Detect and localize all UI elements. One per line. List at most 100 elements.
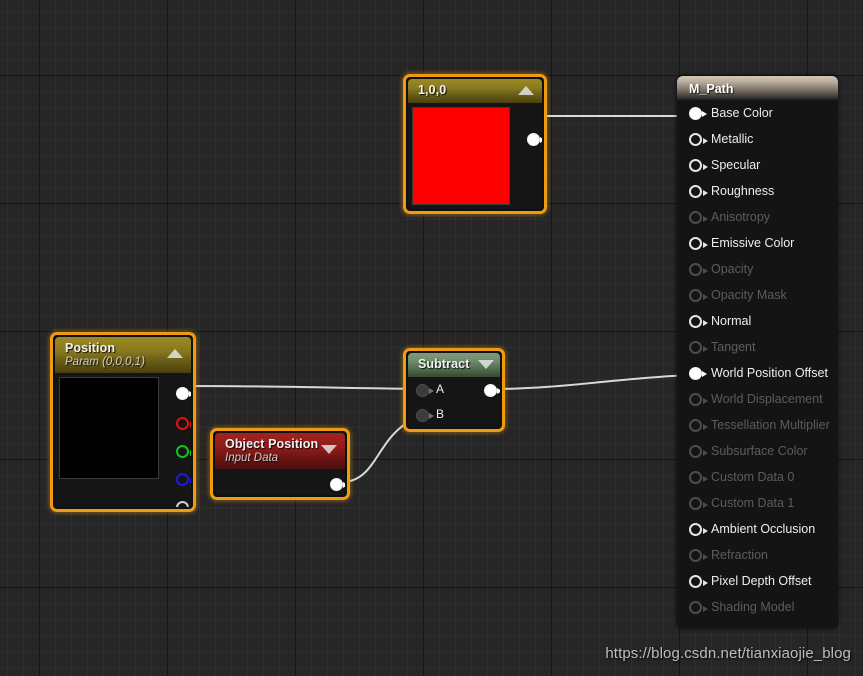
material-input-pin[interactable] bbox=[689, 107, 707, 120]
material-input-label: Opacity Mask bbox=[711, 288, 787, 302]
material-input-pin[interactable] bbox=[689, 601, 708, 614]
material-input-label: Metallic bbox=[711, 132, 754, 146]
material-input-pin[interactable] bbox=[689, 185, 708, 198]
material-input-label: Custom Data 0 bbox=[711, 470, 795, 484]
material-input-row[interactable]: Opacity bbox=[677, 256, 838, 282]
node-position[interactable]: Position Param (0,0,0,1) bbox=[50, 332, 196, 512]
material-input-pin[interactable] bbox=[689, 523, 708, 536]
triangle-up-icon[interactable] bbox=[167, 349, 183, 358]
material-input-pin-list: Base Color Metallic Specular Roughness Aniso… bbox=[677, 100, 838, 620]
material-input-row[interactable]: Refraction bbox=[677, 542, 838, 568]
color-preview-swatch bbox=[59, 377, 159, 479]
node-subtract[interactable]: Subtract A B bbox=[403, 348, 505, 432]
output-pin-r[interactable] bbox=[176, 417, 191, 430]
material-input-label: Tessellation Multiplier bbox=[711, 418, 830, 432]
material-input-row[interactable]: Custom Data 0 bbox=[677, 464, 838, 490]
triangle-down-icon[interactable] bbox=[478, 360, 494, 369]
node-position-subtitle: Param (0,0,0,1) bbox=[65, 356, 145, 368]
material-input-label: World Displacement bbox=[711, 392, 823, 406]
node-position-title: Position bbox=[65, 341, 116, 355]
material-input-row[interactable]: Custom Data 1 bbox=[677, 490, 838, 516]
material-input-label: Opacity bbox=[711, 262, 754, 276]
output-pin-rgba[interactable] bbox=[176, 387, 191, 400]
triangle-down-icon[interactable] bbox=[321, 445, 337, 454]
node-constant-vector[interactable]: 1,0,0 bbox=[403, 74, 547, 214]
node-position-body bbox=[55, 373, 191, 507]
output-pin-g[interactable] bbox=[176, 445, 191, 458]
material-input-label: Roughness bbox=[711, 184, 775, 198]
material-input-row[interactable]: Anisotropy bbox=[677, 204, 838, 230]
material-input-pin[interactable] bbox=[689, 497, 708, 510]
material-input-label: World Position Offset bbox=[711, 366, 828, 380]
material-input-label: Normal bbox=[711, 314, 752, 328]
node-position-header[interactable]: Position Param (0,0,0,1) bbox=[55, 337, 191, 373]
material-input-row[interactable]: World Position Offset bbox=[677, 360, 838, 386]
material-input-label: Shading Model bbox=[711, 600, 795, 614]
material-input-pin[interactable] bbox=[689, 211, 708, 224]
material-input-pin[interactable] bbox=[689, 237, 708, 250]
material-input-pin[interactable] bbox=[689, 549, 708, 562]
material-input-pin[interactable] bbox=[689, 445, 708, 458]
material-input-label: Pixel Depth Offset bbox=[711, 574, 812, 588]
output-pin-constant-vector[interactable] bbox=[527, 133, 542, 146]
output-pin-a[interactable] bbox=[176, 501, 191, 507]
material-input-row[interactable]: Roughness bbox=[677, 178, 838, 204]
material-input-row[interactable]: Subsurface Color bbox=[677, 438, 838, 464]
material-input-pin[interactable] bbox=[689, 315, 708, 328]
material-input-row[interactable]: Shading Model bbox=[677, 594, 838, 620]
material-input-row[interactable]: Opacity Mask bbox=[677, 282, 838, 308]
material-input-row[interactable]: Specular bbox=[677, 152, 838, 178]
node-object-position-body bbox=[215, 469, 345, 495]
material-input-label: Emissive Color bbox=[711, 236, 795, 250]
material-input-pin[interactable] bbox=[689, 575, 708, 588]
input-label-a: A bbox=[436, 382, 445, 396]
wire-position-to-subtract-a bbox=[185, 385, 425, 390]
material-input-label: Base Color bbox=[711, 106, 773, 120]
material-input-row[interactable]: Ambient Occlusion bbox=[677, 516, 838, 542]
node-material-result-title: M_Path bbox=[689, 82, 734, 96]
node-constant-vector-title: 1,0,0 bbox=[418, 83, 447, 97]
material-input-pin[interactable] bbox=[689, 133, 708, 146]
material-input-pin[interactable] bbox=[689, 341, 708, 354]
material-input-label: Refraction bbox=[711, 548, 768, 562]
material-input-pin[interactable] bbox=[689, 263, 708, 276]
output-pin-b[interactable] bbox=[176, 473, 191, 486]
material-input-pin[interactable] bbox=[689, 419, 708, 432]
material-input-row[interactable]: Tangent bbox=[677, 334, 838, 360]
input-pin-a[interactable] bbox=[416, 384, 434, 397]
node-material-result[interactable]: M_Path Base Color Metallic Specular Roughne… bbox=[677, 76, 838, 628]
color-preview-swatch bbox=[412, 107, 510, 205]
material-input-label: Anisotropy bbox=[711, 210, 771, 224]
material-input-pin[interactable] bbox=[689, 367, 707, 380]
node-constant-vector-header[interactable]: 1,0,0 bbox=[408, 79, 542, 103]
material-input-label: Custom Data 1 bbox=[711, 496, 795, 510]
output-pin-object-position[interactable] bbox=[330, 478, 345, 491]
material-input-pin[interactable] bbox=[689, 159, 708, 172]
node-subtract-body: A B bbox=[408, 377, 500, 427]
node-constant-vector-body bbox=[408, 103, 542, 209]
material-input-pin[interactable] bbox=[689, 471, 708, 484]
output-pin-subtract[interactable] bbox=[484, 384, 500, 397]
material-input-row[interactable]: Tessellation Multiplier bbox=[677, 412, 838, 438]
material-input-label: Ambient Occlusion bbox=[711, 522, 816, 536]
node-object-position-header[interactable]: Object Position Input Data bbox=[215, 433, 345, 469]
node-subtract-header[interactable]: Subtract bbox=[408, 353, 500, 377]
material-input-label: Specular bbox=[711, 158, 761, 172]
material-graph-canvas[interactable]: 1,0,0 Position Param (0,0,0,1) Object Po… bbox=[0, 0, 863, 676]
input-label-b: B bbox=[436, 407, 445, 421]
material-input-label: Tangent bbox=[711, 340, 756, 354]
node-material-result-header[interactable]: M_Path bbox=[677, 76, 838, 100]
material-input-row[interactable]: Pixel Depth Offset bbox=[677, 568, 838, 594]
wire-subtract-to-world-position-offset bbox=[493, 374, 691, 390]
node-object-position[interactable]: Object Position Input Data bbox=[210, 428, 350, 500]
input-pin-b[interactable] bbox=[416, 409, 434, 422]
material-input-row[interactable]: Emissive Color bbox=[677, 230, 838, 256]
material-input-pin[interactable] bbox=[689, 289, 708, 302]
material-input-row[interactable]: Normal bbox=[677, 308, 838, 334]
material-input-pin[interactable] bbox=[689, 393, 708, 406]
material-input-row[interactable]: World Displacement bbox=[677, 386, 838, 412]
triangle-up-icon[interactable] bbox=[518, 86, 534, 95]
material-input-row[interactable]: Base Color bbox=[677, 100, 838, 126]
material-input-row[interactable]: Metallic bbox=[677, 126, 838, 152]
watermark-url: https://blog.csdn.net/tianxiaojie_blog bbox=[605, 645, 851, 662]
